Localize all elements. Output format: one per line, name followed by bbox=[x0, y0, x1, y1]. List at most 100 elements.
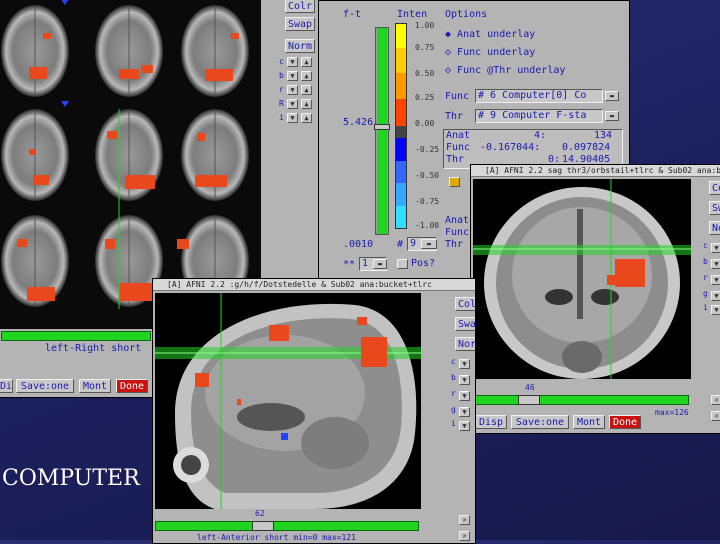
readout-anat-val: 134 bbox=[594, 130, 613, 141]
mont-button[interactable]: Mont bbox=[573, 415, 605, 429]
montage-status: left-Right short bbox=[45, 343, 142, 354]
chevron-down-icon[interactable]: ▬ bbox=[605, 111, 619, 121]
scale-tick: 0.25 bbox=[415, 93, 435, 102]
side-letter-g: g bbox=[703, 289, 708, 298]
thr-side-label: Thr bbox=[445, 239, 464, 250]
norm-button[interactable]: Norm bbox=[285, 39, 315, 53]
down-arrow-icon[interactable]: ▼ bbox=[711, 291, 720, 301]
coronal-slice-svg bbox=[473, 179, 691, 379]
down-arrow-icon[interactable]: ▼ bbox=[287, 57, 298, 67]
swap-button[interactable]: Swap bbox=[709, 201, 720, 215]
disp-button[interactable]: Disp bbox=[0, 379, 13, 393]
close-icon[interactable]: ✕ bbox=[459, 515, 470, 525]
down-arrow-icon[interactable]: ▼ bbox=[459, 359, 470, 369]
done-button[interactable]: Done bbox=[116, 379, 148, 393]
readout-func-label: Func bbox=[446, 142, 471, 153]
sub-label: ** bbox=[343, 259, 356, 270]
chevron-down-icon[interactable]: ▬ bbox=[421, 239, 437, 249]
threshold-slider-thumb[interactable] bbox=[374, 124, 390, 130]
sagittal-window: [A] AFNI 2.2 :g/h/f/Dotstedelle & Sub02 … bbox=[152, 278, 476, 544]
thr-select[interactable]: # 9 Computer F-sta bbox=[475, 109, 603, 123]
down-arrow-icon[interactable]: ▼ bbox=[459, 375, 470, 385]
readout-anat-idx: 4: bbox=[534, 130, 547, 141]
close-icon[interactable]: ✕ bbox=[711, 395, 720, 405]
coronal-view[interactable] bbox=[473, 179, 691, 379]
side-letter-r: r bbox=[451, 389, 456, 398]
options-header: Options bbox=[445, 9, 488, 20]
colr-button[interactable]: Colr bbox=[285, 0, 315, 13]
swap-button[interactable]: Swap bbox=[455, 317, 475, 331]
coronal-slider[interactable] bbox=[475, 395, 689, 405]
down-arrow-icon[interactable]: ▼ bbox=[287, 71, 298, 81]
inten-header: Inten bbox=[397, 9, 428, 20]
down-arrow-icon[interactable]: ▼ bbox=[459, 421, 470, 431]
pos-label: Pos? bbox=[411, 258, 436, 269]
up-arrow-icon[interactable]: ▲ bbox=[301, 57, 312, 67]
activation-blob bbox=[615, 259, 645, 287]
down-arrow-icon[interactable]: ▼ bbox=[711, 259, 720, 269]
mont-button[interactable]: Mont bbox=[79, 379, 111, 393]
colr-button[interactable]: Colr bbox=[709, 181, 720, 195]
radio-anat-underlay[interactable]: ◆ Anat underlay bbox=[445, 29, 535, 40]
activation-blob bbox=[357, 317, 367, 325]
color-scale[interactable] bbox=[395, 23, 407, 229]
down-arrow-icon[interactable]: ▼ bbox=[287, 99, 298, 109]
norm-button[interactable]: Norm bbox=[709, 221, 720, 235]
pos-checkbox[interactable] bbox=[397, 259, 408, 269]
checkbox-icon[interactable] bbox=[449, 177, 460, 187]
save-button[interactable]: Save:one bbox=[16, 379, 74, 393]
down-arrow-icon[interactable]: ▼ bbox=[287, 113, 298, 123]
side-letter-c: c bbox=[451, 357, 456, 366]
sagittal-slider[interactable] bbox=[155, 521, 419, 531]
up-arrow-icon[interactable]: ▲ bbox=[301, 99, 312, 109]
sagittal-status: left-Anterior short min=0 max=121 bbox=[197, 533, 356, 542]
swap-button[interactable]: Swap bbox=[285, 17, 315, 31]
radio-label: Func underlay bbox=[457, 47, 536, 58]
sagittal-title: [A] AFNI 2.2 :g/h/f/Dotstedelle & Sub02 … bbox=[153, 279, 475, 291]
side-letter-i: i bbox=[451, 419, 456, 428]
radio-func-underlay[interactable]: ◇ Func underlay bbox=[445, 47, 535, 58]
down-arrow-icon[interactable]: ▼ bbox=[459, 407, 470, 417]
down-arrow-icon[interactable]: ▼ bbox=[711, 275, 720, 285]
func-select[interactable]: # 6 Computer[0] Co bbox=[475, 89, 603, 103]
scale-tick: 0.00 bbox=[415, 119, 435, 128]
disp-button[interactable]: Disp bbox=[475, 415, 507, 429]
sagittal-slice-svg bbox=[155, 293, 421, 509]
side-letter-r: r bbox=[279, 85, 284, 94]
down-arrow-icon[interactable]: ▼ bbox=[711, 243, 720, 253]
axial-slice bbox=[1, 5, 249, 307]
readout-func-idx: -0.167044: bbox=[480, 142, 541, 153]
readout-thr-label: Thr bbox=[446, 154, 465, 165]
threshold-slider-track[interactable] bbox=[374, 27, 390, 235]
readout-func-val: 0.097824 bbox=[562, 142, 611, 153]
up-arrow-icon[interactable]: ▲ bbox=[301, 71, 312, 81]
coronal-slider-thumb[interactable] bbox=[518, 395, 540, 405]
up-arrow-icon[interactable]: ▲ bbox=[301, 85, 312, 95]
up-arrow-icon[interactable]: ▲ bbox=[301, 113, 312, 123]
chevron-down-icon[interactable]: ▬ bbox=[605, 91, 619, 101]
sagittal-slider-thumb[interactable] bbox=[252, 521, 274, 531]
side-letter-R: R bbox=[279, 99, 284, 108]
montage-slider[interactable] bbox=[1, 331, 151, 341]
scale-tick: 0.75 bbox=[415, 43, 435, 52]
threshold-value: 5.426 bbox=[343, 117, 374, 128]
down-arrow-icon[interactable]: ▼ bbox=[459, 391, 470, 401]
coronal-window: [A] AFNI 2.2 sag thr3/orbstail+tlrc & Su… bbox=[470, 164, 720, 434]
colr-button[interactable]: Colr bbox=[455, 297, 475, 311]
pow-label: # bbox=[397, 239, 404, 250]
down-arrow-icon[interactable]: ▼ bbox=[287, 85, 298, 95]
done-button[interactable]: Done bbox=[609, 415, 641, 429]
activation-blob bbox=[607, 275, 619, 285]
close-icon[interactable]: ✕ bbox=[711, 411, 720, 421]
save-button[interactable]: Save:one bbox=[511, 415, 569, 429]
side-letter-c: c bbox=[703, 241, 708, 250]
radio-func-thr-underlay[interactable]: ◇ Func @Thr underlay bbox=[445, 65, 565, 76]
sagittal-view[interactable] bbox=[155, 293, 421, 509]
chevron-down-icon[interactable]: ▬ bbox=[373, 259, 387, 269]
anat-side-label: Anat bbox=[445, 215, 470, 226]
activation-blob bbox=[361, 337, 387, 367]
down-arrow-icon[interactable]: ▼ bbox=[711, 305, 720, 315]
func-side-label: Func bbox=[445, 227, 470, 238]
norm-button[interactable]: Norm bbox=[455, 337, 475, 351]
radio-label: Func @Thr underlay bbox=[457, 65, 566, 76]
